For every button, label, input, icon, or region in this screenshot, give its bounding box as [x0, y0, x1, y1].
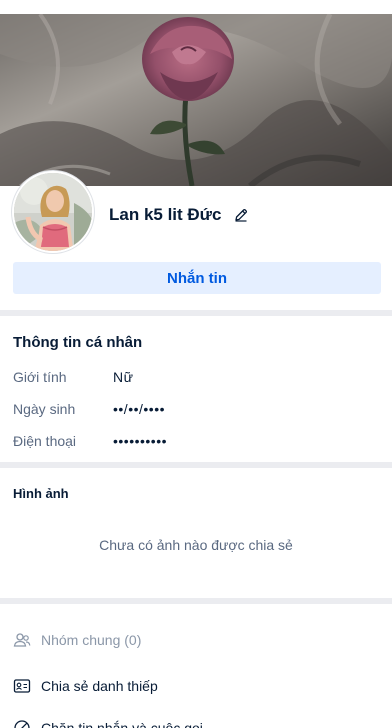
group-icon	[13, 631, 31, 649]
section-divider	[0, 598, 392, 604]
info-label: Giới tính	[13, 369, 67, 385]
action-label: Chia sẻ danh thiếp	[41, 678, 158, 694]
photos-title: Hình ảnh	[13, 486, 69, 501]
block-messages-row[interactable]: Chặn tin nhắn và cuộc gọi	[13, 716, 203, 728]
info-value: ••••••••••	[113, 433, 168, 449]
info-row-phone: Điện thoại ••••••••••	[13, 430, 379, 452]
contact-card-icon	[13, 677, 31, 695]
share-card-row[interactable]: Chia sẻ danh thiếp	[13, 674, 158, 698]
section-divider	[0, 310, 392, 316]
info-label: Ngày sinh	[13, 401, 76, 417]
edit-pencil-icon[interactable]	[233, 207, 249, 223]
avatar[interactable]	[12, 171, 94, 253]
block-icon	[13, 719, 31, 728]
action-label: Nhóm chung (0)	[41, 632, 142, 648]
cover-photo[interactable]	[0, 14, 392, 186]
section-divider	[0, 462, 392, 468]
info-row-gender: Giới tính Nữ	[13, 366, 379, 388]
info-value: ••/••/••••	[113, 401, 165, 417]
personal-info-title: Thông tin cá nhân	[13, 334, 143, 351]
action-label: Chặn tin nhắn và cuộc gọi	[41, 720, 203, 728]
message-button[interactable]: Nhắn tin	[13, 262, 381, 294]
profile-name-row: Lan k5 lit Đức	[109, 203, 249, 227]
profile-name: Lan k5 lit Đức	[109, 205, 222, 224]
common-groups-row[interactable]: Nhóm chung (0)	[13, 628, 141, 652]
photos-empty-message: Chưa có ảnh nào được chia sẻ	[99, 537, 293, 553]
info-label: Điện thoại	[13, 433, 77, 449]
cover-rose-image	[0, 14, 392, 186]
info-value: Nữ	[113, 369, 134, 385]
info-row-birthday: Ngày sinh ••/••/••••	[13, 398, 379, 420]
top-strip	[0, 0, 392, 14]
